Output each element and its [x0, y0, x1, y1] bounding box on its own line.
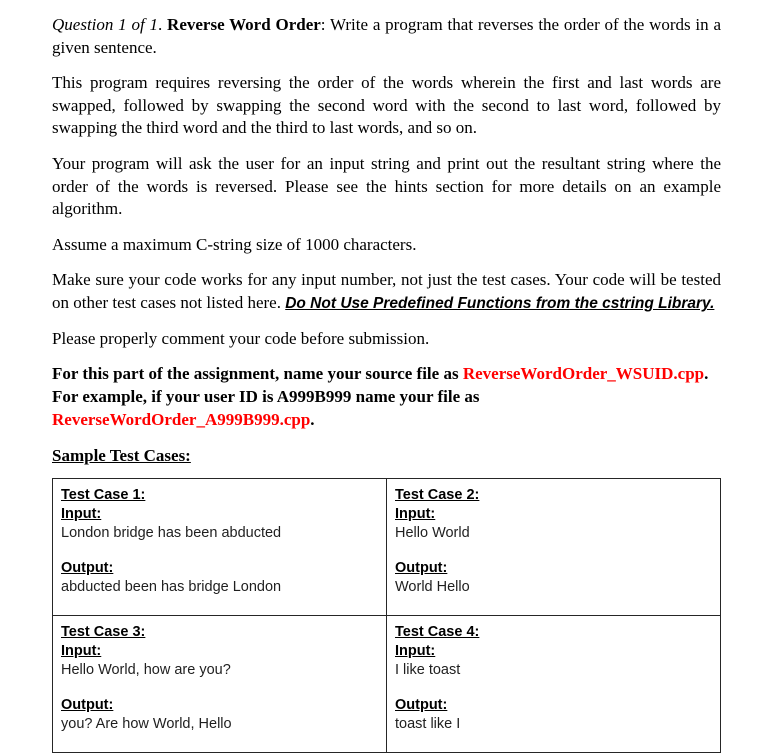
- question-label-period: .: [158, 15, 168, 34]
- input-value: Hello World, how are you?: [61, 661, 231, 678]
- cell-spacer: [61, 543, 378, 559]
- naming-line1-suffix: .: [704, 364, 709, 384]
- output-value: abducted been has bridge London: [61, 578, 282, 595]
- test-case-cell-4: Test Case 4: Input: I like toast Output:…: [386, 614, 721, 753]
- paragraph-program-behavior: Your program will ask the user for an in…: [52, 154, 721, 219]
- test-case-title: Test Case 1:: [61, 486, 146, 503]
- paragraph-max-size: Assume a maximum C-string size of 1000 c…: [52, 234, 417, 254]
- question-intro-paragraph: Question 1 of 1. Reverse Word Order: Wri…: [52, 14, 721, 59]
- sample-test-cases-heading: Sample Test Cases:: [52, 445, 191, 465]
- output-value: you? Are how World, Hello: [61, 715, 232, 732]
- cell-spacer: [61, 680, 378, 696]
- input-label: Input:: [395, 642, 436, 659]
- paragraph-swapping-explanation: This program requires reversing the orde…: [52, 73, 721, 138]
- file-naming-instructions: For this part of the assignment, name yo…: [52, 363, 721, 431]
- cell-spacer: [395, 543, 712, 559]
- test-case-cell-2: Test Case 2: Input: Hello World Output: …: [386, 477, 721, 616]
- cell-spacer: [395, 680, 712, 696]
- input-label: Input:: [395, 505, 436, 522]
- input-label: Input:: [61, 642, 102, 659]
- source-filename-example: ReverseWordOrder_A999B999.cpp: [52, 409, 311, 429]
- sample-test-cases-table: Test Case 1: Input: London bridge has be…: [52, 477, 721, 753]
- source-filename-template: ReverseWordOrder_WSUID.cpp: [462, 364, 705, 384]
- output-value: toast like I: [395, 715, 461, 732]
- naming-line3-suffix: .: [310, 409, 315, 429]
- table-row: Test Case 3: Input: Hello World, how are…: [52, 614, 721, 753]
- input-value: Hello World: [395, 524, 470, 541]
- output-label: Output:: [395, 696, 448, 713]
- paragraph-testing-warning: Make sure your code works for any input …: [52, 269, 721, 314]
- output-label: Output:: [395, 559, 448, 576]
- test-case-cell-1: Test Case 1: Input: London bridge has be…: [52, 477, 387, 616]
- input-value: I like toast: [395, 661, 461, 678]
- test-case-title: Test Case 3:: [61, 623, 146, 640]
- test-case-title: Test Case 2:: [395, 486, 480, 503]
- question-title: Reverse Word Order: [167, 15, 321, 34]
- input-value: London bridge has been abducted: [61, 524, 282, 541]
- naming-line2-example: For example, if your user ID is A999B999…: [52, 387, 480, 407]
- paragraph-comment-instruction: Please properly comment your code before…: [52, 328, 430, 348]
- table-row: Test Case 1: Input: London bridge has be…: [52, 477, 721, 616]
- test-case-cell-3: Test Case 3: Input: Hello World, how are…: [52, 614, 387, 753]
- output-label: Output:: [61, 696, 114, 713]
- cstring-library-restriction: Do Not Use Predefined Functions from the…: [285, 295, 715, 313]
- question-label: Question 1 of 1: [52, 15, 158, 34]
- test-case-title: Test Case 4:: [395, 623, 480, 640]
- document-page: Question 1 of 1. Reverse Word Order: Wri…: [0, 0, 781, 753]
- output-value: World Hello: [395, 578, 470, 595]
- naming-line1-prefix: For this part of the assignment, name yo…: [52, 364, 463, 384]
- output-label: Output:: [61, 559, 114, 576]
- input-label: Input:: [61, 505, 102, 522]
